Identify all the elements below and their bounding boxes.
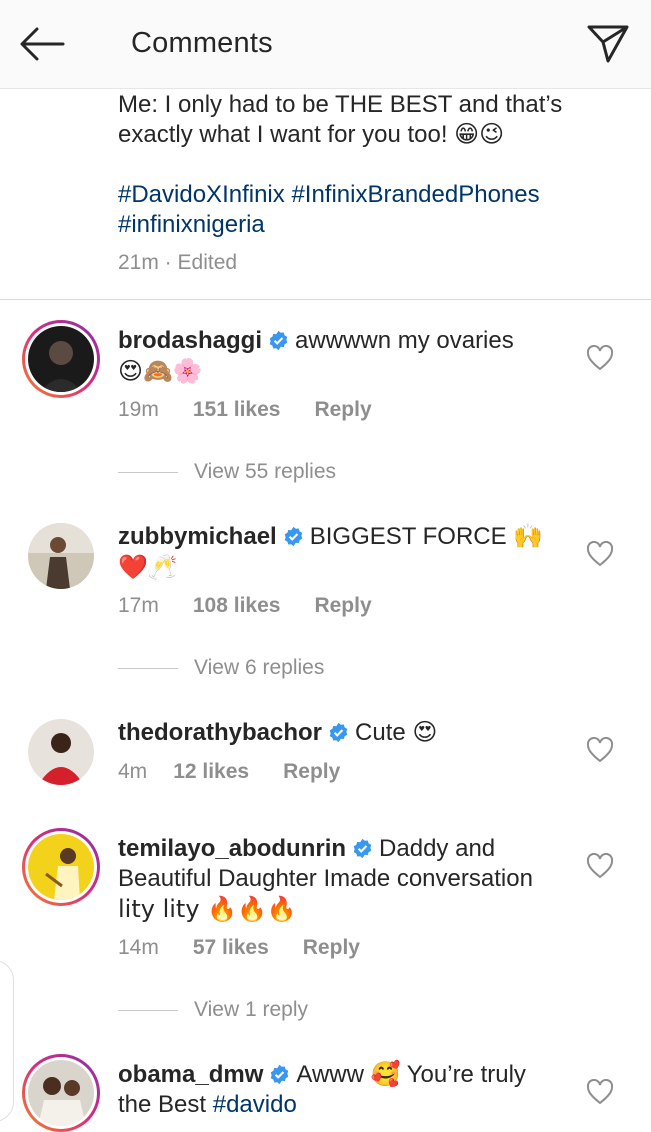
comment-meta: 17m 108 likes Reply: [118, 594, 372, 618]
divider-line: [118, 471, 178, 473]
view-replies-button[interactable]: View 1 reply: [118, 998, 308, 1022]
likes-count[interactable]: 108 likes: [193, 594, 281, 617]
view-replies-label: View 6 replies: [194, 656, 325, 679]
send-button[interactable]: [580, 18, 636, 70]
comment-body: Daddy and: [379, 835, 496, 862]
avatar[interactable]: [28, 719, 94, 785]
hashtag-link[interactable]: #InfinixBrandedPhones: [291, 181, 539, 208]
page-title: Comments: [131, 27, 273, 59]
hashtag-link[interactable]: #davido: [213, 1091, 297, 1118]
hashtag-link[interactable]: #infinixnigeria: [118, 211, 265, 238]
comment-username[interactable]: zubbymichael: [118, 523, 277, 550]
comment-body-line-2: Beautiful Daughter Imade conversation: [118, 865, 533, 892]
edge-panel-handle[interactable]: [0, 960, 14, 1122]
comment-username[interactable]: thedorathybachor: [118, 719, 322, 746]
comment-time: 4m: [118, 760, 148, 783]
avatar[interactable]: [22, 828, 100, 906]
post-caption: Me: I only had to be THE BEST and that’s…: [118, 90, 618, 150]
comment-emojis: ❤️🥂: [118, 553, 178, 581]
avatar[interactable]: [28, 523, 94, 589]
avatar-image: [28, 719, 94, 785]
comment-username[interactable]: temilayo_abodunrin: [118, 835, 346, 862]
view-replies-label: View 55 replies: [194, 460, 337, 483]
back-arrow-icon: [20, 27, 65, 61]
reply-button[interactable]: Reply: [314, 594, 371, 617]
reply-button[interactable]: Reply: [303, 936, 360, 959]
send-icon: [587, 25, 629, 63]
caption-hashtags: #DavidoXInfinix #InfinixBrandedPhones #i…: [118, 180, 618, 240]
comment-body-line-3: lity lity 🔥🔥🔥: [118, 895, 297, 923]
heart-outline-icon[interactable]: [586, 345, 614, 371]
comment-time: 17m: [118, 594, 159, 617]
comment-body: BIGGEST FORCE 🙌: [309, 523, 544, 550]
verified-badge-icon: [269, 330, 288, 351]
comment-text: thedorathybachor Cute 😍: [118, 718, 568, 748]
view-replies-button[interactable]: View 6 replies: [118, 656, 324, 680]
back-button[interactable]: [14, 18, 70, 70]
comment-body-line-2: the Best: [118, 1091, 213, 1118]
comment-username[interactable]: obama_dmw: [118, 1061, 263, 1088]
comment-text: zubbymichael BIGGEST FORCE 🙌 ❤️🥂: [118, 522, 568, 583]
comment-text: temilayo_abodunrin Daddy and Beautiful Da…: [118, 834, 588, 925]
verified-badge-icon: [271, 1064, 289, 1085]
reply-button[interactable]: Reply: [283, 760, 340, 783]
divider-line: [118, 667, 178, 669]
comment-text: brodashaggi awwwwn my ovaries 😍🙈🌸: [118, 326, 568, 387]
comment-username[interactable]: brodashaggi: [118, 327, 262, 354]
avatar-image: [28, 1060, 94, 1126]
avatar-image: [28, 523, 94, 589]
likes-count[interactable]: 12 likes: [173, 760, 249, 783]
heart-outline-icon[interactable]: [586, 541, 614, 567]
likes-count[interactable]: 151 likes: [193, 398, 281, 421]
avatar-image: [28, 326, 94, 392]
comment-meta: 4m 12 likes Reply: [118, 760, 340, 784]
comment-meta: 19m 151 likes Reply: [118, 398, 372, 422]
caption-line-2: exactly what I want for you too! 😁😉: [118, 121, 505, 148]
verified-badge-icon: [353, 838, 372, 859]
heart-outline-icon[interactable]: [586, 737, 614, 763]
reply-button[interactable]: Reply: [314, 398, 371, 421]
comment-time: 14m: [118, 936, 159, 959]
comment-body: awwwwn my ovaries: [295, 327, 514, 354]
hashtag-link[interactable]: #DavidoXInfinix: [118, 181, 285, 208]
caption-timestamp: 21m · Edited: [118, 251, 238, 274]
avatar-image: [28, 834, 94, 900]
verified-badge-icon: [284, 526, 302, 547]
comment-time: 19m: [118, 398, 159, 421]
top-bar: Comments: [0, 0, 651, 89]
likes-count[interactable]: 57 likes: [193, 936, 269, 959]
comment-body: Awww 🥰 You’re truly: [296, 1061, 526, 1088]
comment-meta: 14m 57 likes Reply: [118, 936, 360, 960]
avatar[interactable]: [22, 320, 100, 398]
view-replies-button[interactable]: View 55 replies: [118, 460, 336, 484]
comment-body: Cute 😍: [355, 719, 438, 746]
verified-badge-icon: [329, 722, 348, 743]
heart-outline-icon[interactable]: [586, 853, 614, 879]
caption-line-1: Me: I only had to be THE BEST and that’s: [118, 91, 563, 118]
divider: [0, 299, 651, 300]
heart-outline-icon[interactable]: [586, 1079, 614, 1105]
view-replies-label: View 1 reply: [194, 998, 309, 1021]
divider-line: [118, 1009, 178, 1011]
comment-emojis: 😍🙈🌸: [118, 357, 203, 385]
comment-text: obama_dmw Awww 🥰 You’re truly the Best #d…: [118, 1060, 568, 1120]
avatar[interactable]: [22, 1054, 100, 1132]
